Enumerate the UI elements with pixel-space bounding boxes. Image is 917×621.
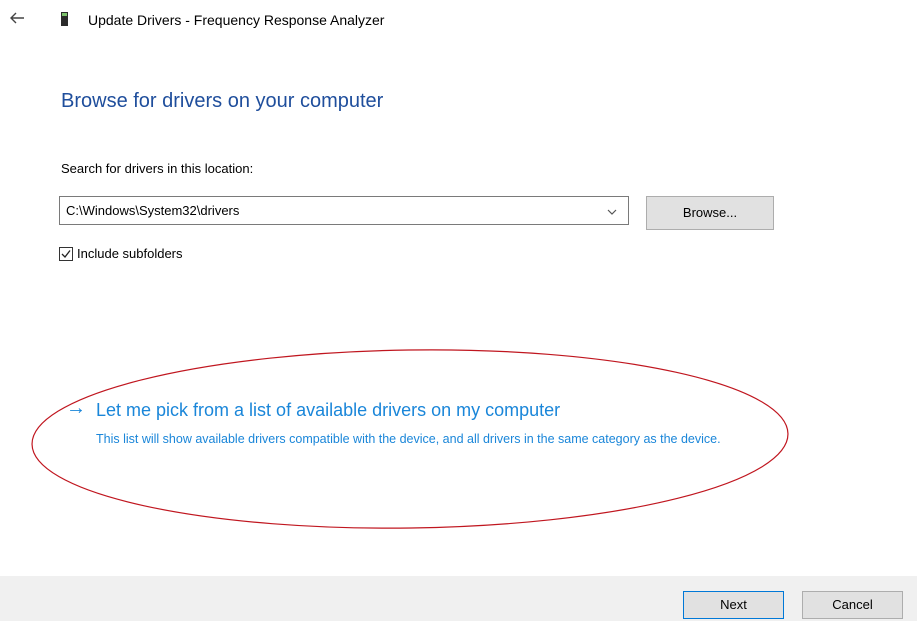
pick-from-list-link[interactable]: Let me pick from a list of available dri…: [96, 399, 560, 421]
window-title: Update Drivers - Frequency Response Anal…: [88, 12, 385, 28]
driver-path-combobox[interactable]: C:\Windows\System32\drivers: [59, 196, 629, 225]
include-subfolders-label[interactable]: Include subfolders: [77, 245, 183, 263]
cancel-button[interactable]: Cancel: [802, 591, 903, 619]
back-arrow-icon[interactable]: [8, 9, 26, 27]
next-button[interactable]: Next: [683, 591, 784, 619]
device-icon: [61, 12, 68, 26]
driver-path-value[interactable]: C:\Windows\System32\drivers: [66, 202, 239, 219]
browse-button[interactable]: Browse...: [646, 196, 774, 230]
include-subfolders-checkbox[interactable]: [59, 247, 73, 261]
pick-from-list-description: This list will show available drivers co…: [96, 432, 721, 446]
page-heading: Browse for drivers on your computer: [61, 90, 384, 112]
checkmark-icon: [61, 250, 71, 258]
search-location-label: Search for drivers in this location:: [61, 161, 254, 176]
pick-list-arrow-icon[interactable]: →: [66, 398, 92, 418]
chevron-down-icon[interactable]: [606, 205, 618, 217]
